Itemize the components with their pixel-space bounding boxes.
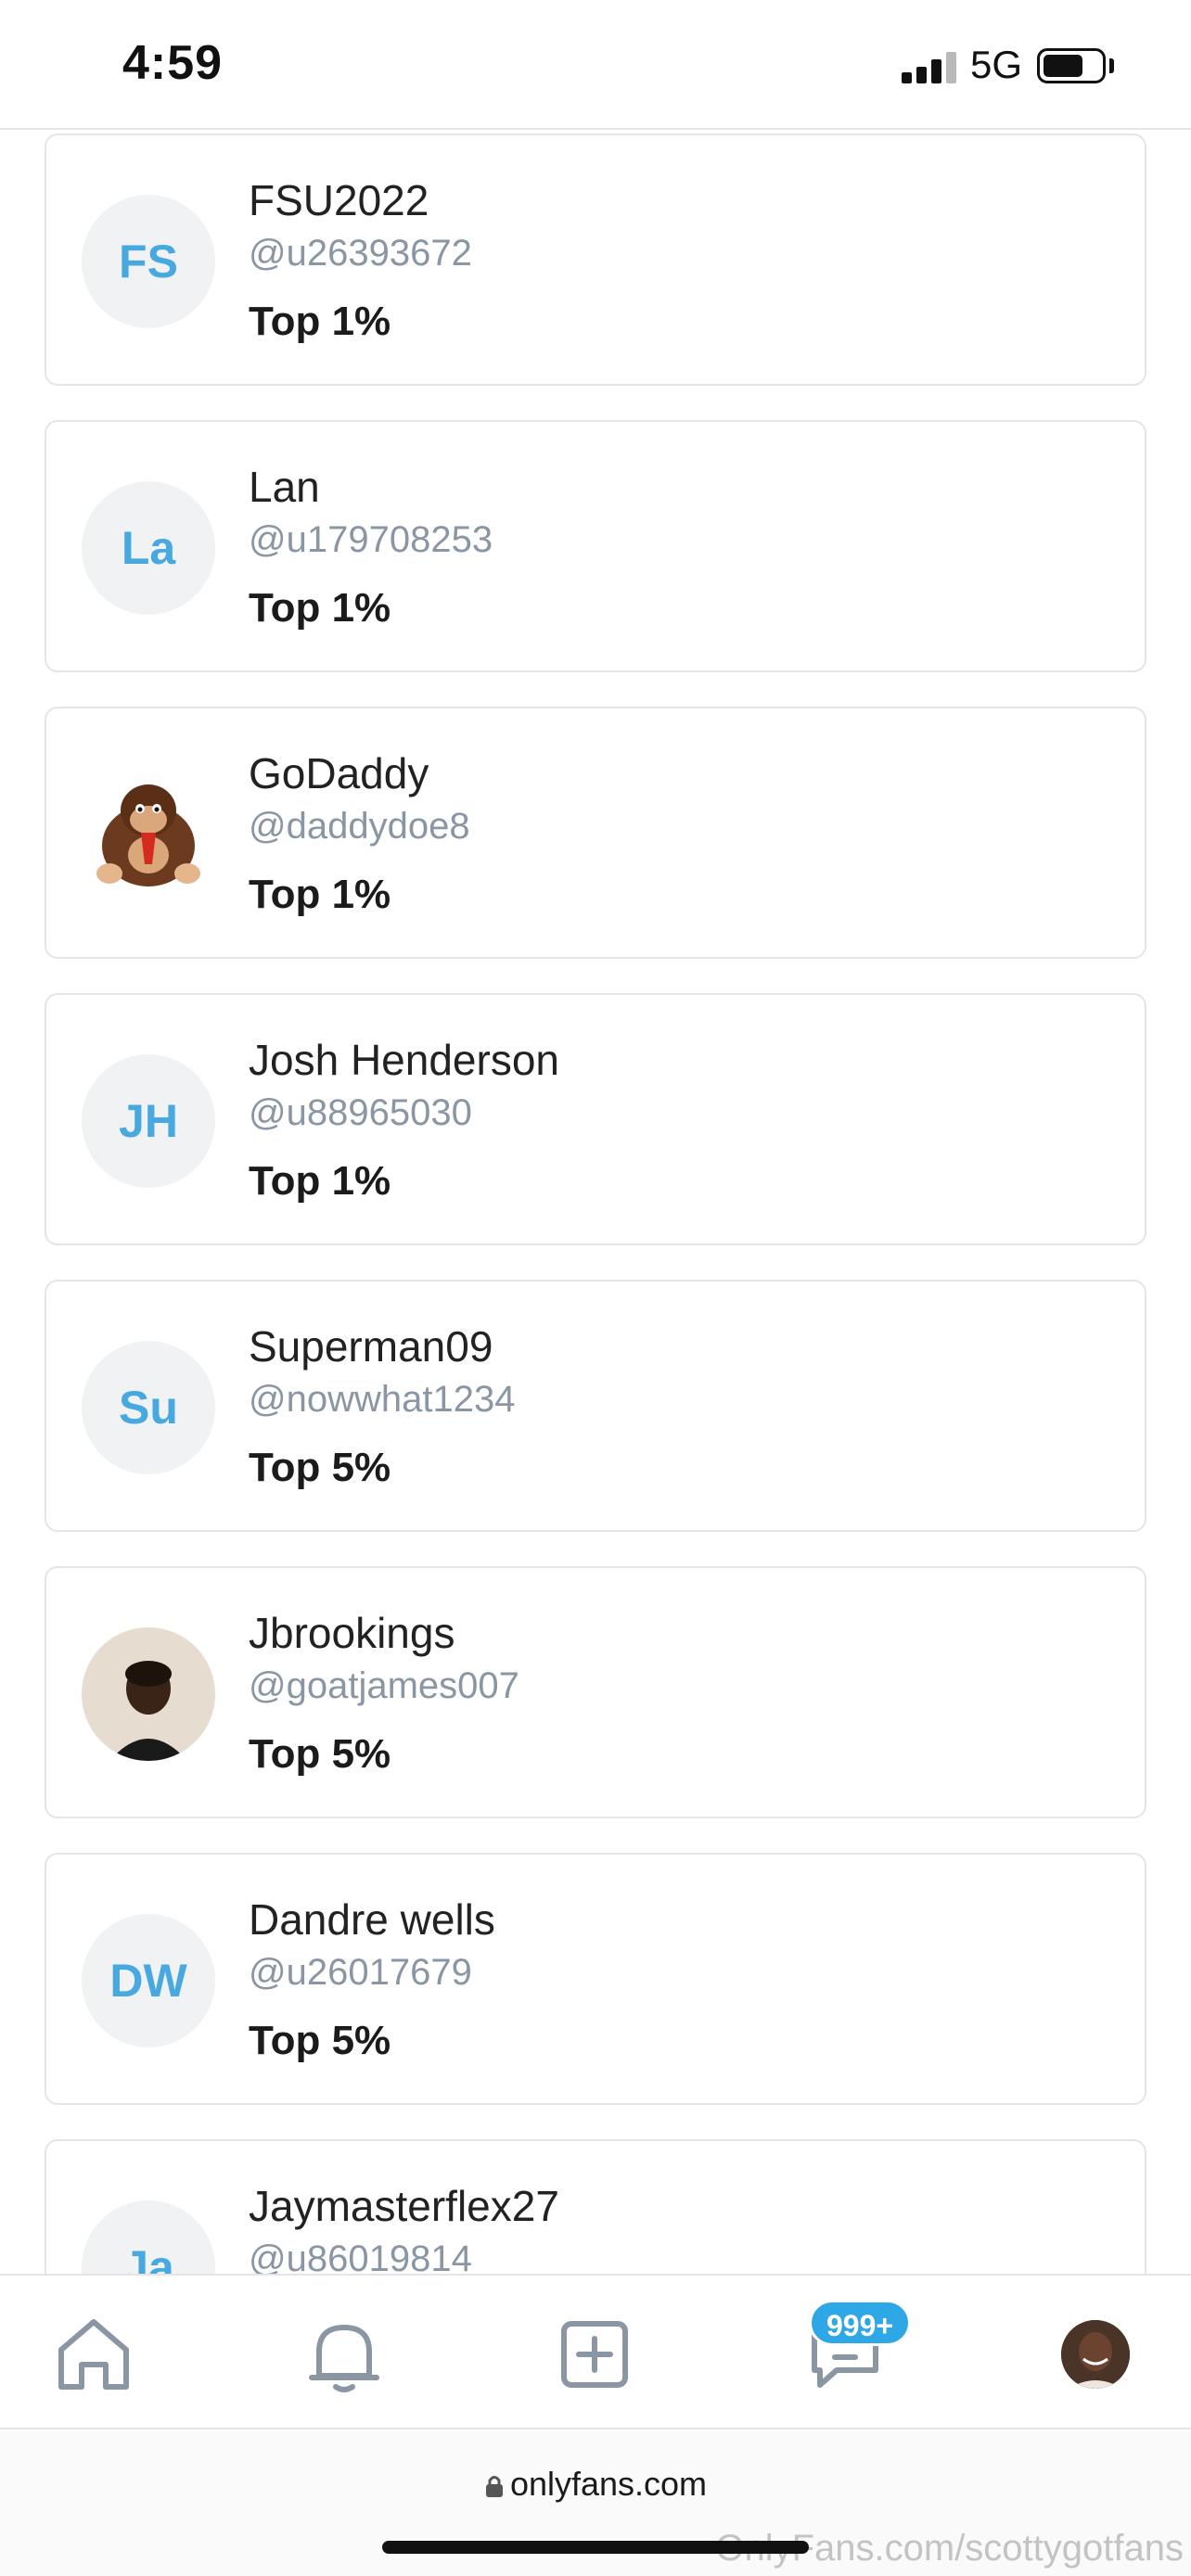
fan-name[interactable]: Superman09 [249,1319,515,1374]
fan-rank: Top 1% [249,872,391,917]
fan-info: Lan @u179708253 Top 1% [249,459,493,635]
avatar-initials: FS [119,236,178,287]
fan-card[interactable]: GoDaddy @daddydoe8 Top 1% [45,707,1146,959]
fan-info: Jbrookings @goatjames007 Top 5% [249,1605,519,1781]
bell-icon[interactable] [302,2313,386,2396]
fan-rank: Top 1% [249,299,391,344]
signal-icon [902,50,957,83]
fan-name[interactable]: Josh Henderson [249,1032,559,1088]
person-photo-icon [82,1627,215,1761]
fan-info: Dandre wells @u26017679 Top 5% [249,1892,495,2068]
fan-handle: @goatjames007 [249,1665,519,1706]
fan-card[interactable]: FS FSU2022 @u26393672 Top 1% [45,134,1146,386]
fan-rank: Top 1% [249,1158,391,1204]
profile-avatar[interactable] [1061,2320,1130,2389]
gorilla-character-icon [96,784,200,886]
avatar-initials: JH [119,1095,178,1147]
fan-name[interactable]: Lan [249,459,493,515]
fan-rank: Top 1% [249,585,391,631]
lock-icon [485,2476,503,2498]
battery-icon [1037,48,1106,83]
url-text: onlyfans.com [509,2465,708,2503]
battery-level [1044,55,1082,77]
fan-card[interactable]: JH Josh Henderson @u88965030 Top 1% [45,993,1146,1245]
status-time: 4:59 [122,36,224,90]
messages-badge: 999+ [809,2300,912,2346]
fan-info: Josh Henderson @u88965030 Top 1% [249,1032,559,1208]
profile-photo-icon [1061,2320,1130,2389]
fan-handle: @daddydoe8 [249,806,470,847]
fan-name[interactable]: Dandre wells [249,1892,495,1947]
fan-avatar[interactable]: FS [82,195,215,328]
fan-info: Superman09 @nowwhat1234 Top 5% [249,1319,515,1495]
fan-name[interactable]: Jaymasterflex27 [249,2178,559,2234]
network-type: 5G [970,43,1023,86]
url-bar[interactable]: onlyfans.com [0,2465,1191,2504]
home-icon[interactable] [52,2313,135,2396]
status-bar: 4:59 5G [0,0,1191,130]
fan-name[interactable]: Jbrookings [249,1605,519,1661]
fan-rank: Top 5% [249,1445,391,1490]
fan-name[interactable]: FSU2022 [249,172,472,228]
fan-avatar[interactable] [82,1627,215,1761]
fan-handle: @u26393672 [249,233,472,274]
fan-info: GoDaddy @daddydoe8 Top 1% [249,746,470,922]
fan-avatar[interactable] [82,768,215,901]
avatar-initials: DW [109,1955,187,2007]
fan-handle: @u88965030 [249,1092,472,1133]
fan-avatar[interactable]: La [82,481,215,615]
fan-avatar[interactable]: Su [82,1341,215,1474]
fan-rank: Top 5% [249,2018,391,2063]
add-post-icon[interactable] [553,2313,636,2396]
fan-avatar[interactable]: JH [82,1054,215,1188]
fan-card[interactable]: Jbrookings @goatjames007 Top 5% [45,1566,1146,1818]
fan-handle: @u26017679 [249,1952,472,1993]
browser-address-bar: onlyfans.com OnlyFans.com/scottygotfans [0,2431,1191,2576]
fan-card[interactable]: La Lan @u179708253 Top 1% [45,420,1146,672]
fan-card[interactable]: DW Dandre wells @u26017679 Top 5% [45,1853,1146,2105]
fan-avatar[interactable]: DW [82,1914,215,2047]
battery-cap [1109,58,1114,73]
fans-list-screen: 4:59 5G FS FSU2022 @u26393672 Top 1% La … [0,0,1191,2576]
fan-rank: Top 5% [249,1731,391,1777]
fan-name[interactable]: GoDaddy [249,746,470,801]
fan-card[interactable]: Su Superman09 @nowwhat1234 Top 5% [45,1280,1146,1532]
home-indicator[interactable] [382,2541,809,2554]
avatar-initials: Su [119,1382,178,1434]
fans-list: FS FSU2022 @u26393672 Top 1% La Lan @u17… [45,134,1146,2426]
fan-handle: @u179708253 [249,519,493,560]
avatar-initials: La [121,522,176,574]
fan-info: FSU2022 @u26393672 Top 1% [249,172,472,349]
bottom-navigation: 999+ [0,2274,1191,2429]
fan-handle: @nowwhat1234 [249,1379,516,1420]
